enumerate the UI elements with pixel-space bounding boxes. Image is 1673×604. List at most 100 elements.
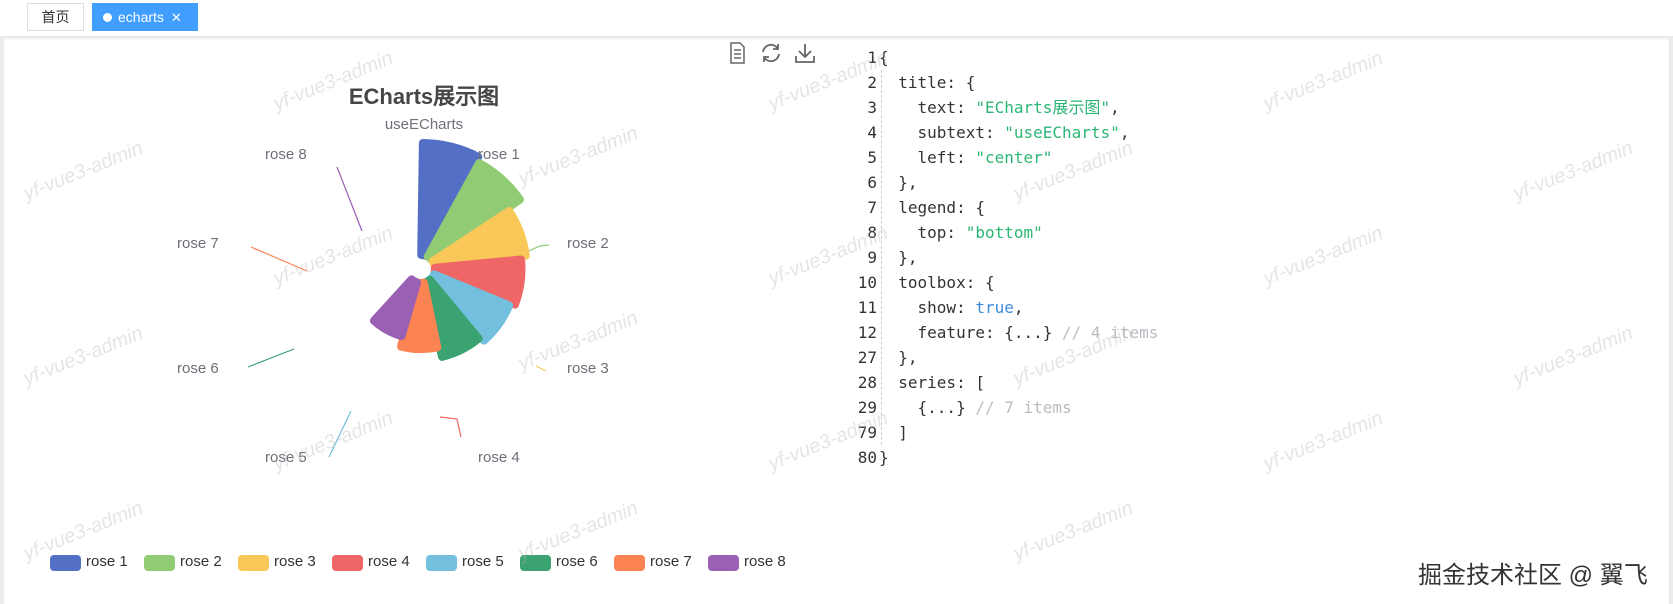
- legend-label: rose 1: [86, 553, 128, 570]
- json-code-viewer: 1{2 title: {3 text: "ECharts展示图", 4 subte…: [850, 45, 1370, 485]
- code-line: 6 },: [850, 170, 918, 195]
- line-number: 9: [867, 248, 877, 267]
- code-token: {: [879, 48, 889, 67]
- code-token: title: {: [898, 73, 976, 92]
- code-line: 12 feature: {...} // 4 items: [850, 320, 1159, 345]
- code-line: 2 title: {: [850, 70, 975, 95]
- frame-right-border: [1669, 37, 1673, 604]
- code-token: // 7 items: [975, 398, 1072, 417]
- code-token: show:: [917, 298, 976, 317]
- code-token: {...}: [917, 398, 976, 417]
- legend-swatch: [520, 555, 551, 571]
- code-line: 10 toolbox: {: [850, 270, 995, 295]
- chart-title: ECharts展示图: [348, 84, 500, 109]
- code-token: series: [: [898, 373, 985, 392]
- save-as-image-icon[interactable]: [793, 41, 817, 65]
- legend-label: rose 7: [650, 553, 692, 570]
- code-token: "center": [975, 148, 1053, 167]
- label-line-8: [336, 166, 363, 232]
- code-token: left:: [917, 148, 976, 167]
- line-number: 29: [857, 398, 877, 417]
- code-line: 80}: [850, 445, 889, 470]
- tab-echarts[interactable]: echarts ✕: [92, 3, 198, 31]
- line-number: 1: [867, 48, 877, 67]
- line-number: 28: [857, 373, 877, 392]
- code-token: },: [898, 248, 918, 267]
- legend-swatch: [332, 555, 363, 571]
- label-line-5: [328, 410, 352, 458]
- code-token: ,: [1119, 123, 1130, 142]
- code-line: 1{: [850, 45, 889, 70]
- slice-label-7: rose 7: [177, 235, 219, 252]
- code-token: "bottom": [965, 223, 1043, 242]
- code-token: "ECharts展示图": [975, 98, 1111, 117]
- restore-icon[interactable]: [759, 41, 783, 65]
- tab-home[interactable]: 首页: [27, 3, 84, 31]
- active-dot-icon: [103, 13, 112, 22]
- legend-swatch: [50, 555, 81, 571]
- legend-swatch: [238, 555, 269, 571]
- chart-subtitle: useECharts: [384, 116, 464, 133]
- code-token: ,: [1013, 298, 1024, 317]
- code-token: }: [879, 448, 889, 467]
- slice-label-3: rose 3: [567, 360, 609, 377]
- code-token: // 4 items: [1062, 323, 1159, 342]
- legend-label: rose 6: [556, 553, 598, 570]
- watermark-text: yf-vue3-admin: [1010, 497, 1137, 565]
- data-view-icon[interactable]: [725, 41, 749, 65]
- slice-label-4: rose 4: [478, 449, 520, 466]
- tab-home-label: 首页: [41, 9, 70, 25]
- line-number: 10: [857, 273, 877, 292]
- code-token: text:: [917, 98, 976, 117]
- code-token: },: [898, 348, 918, 367]
- code-line: 4 subtext: "useECharts",: [850, 120, 1129, 145]
- line-number: 79: [857, 423, 877, 442]
- code-line: 11 show: true,: [850, 295, 1024, 320]
- line-number: 12: [857, 323, 877, 342]
- slice-label-2: rose 2: [567, 235, 609, 252]
- code-token: },: [898, 173, 918, 192]
- watermark-text: yf-vue3-admin: [1510, 137, 1637, 205]
- legend-swatch: [614, 555, 645, 571]
- legend-label: rose 2: [180, 553, 222, 570]
- legend-label: rose 8: [744, 553, 786, 570]
- code-line: 27 },: [850, 345, 918, 370]
- code-line: 3 text: "ECharts展示图",: [850, 95, 1119, 120]
- label-line-7: [250, 246, 308, 272]
- code-line: 7 legend: {: [850, 195, 985, 220]
- slice-label-8: rose 8: [265, 146, 307, 163]
- attribution-text: 掘金技术社区 @ 翼飞: [1418, 562, 1648, 589]
- code-line: 8 top: "bottom": [850, 220, 1043, 245]
- legend-label: rose 3: [274, 553, 316, 570]
- label-line-4: [439, 416, 462, 438]
- code-token: feature: {...}: [917, 323, 1063, 342]
- code-token: toolbox: {: [898, 273, 995, 292]
- slice-label-1: rose 1: [478, 146, 520, 163]
- line-number: 7: [867, 198, 877, 217]
- code-token: subtext:: [917, 123, 1005, 142]
- legend-label: rose 4: [368, 553, 410, 570]
- legend-swatch: [426, 555, 457, 571]
- line-number: 2: [867, 73, 877, 92]
- indent-guide: [881, 70, 882, 445]
- chart-panel: ECharts展示图 useECharts rose 1 rose 2 rose 3…: [4, 41, 842, 604]
- line-number: 5: [867, 148, 877, 167]
- slice-label-5: rose 5: [265, 449, 307, 466]
- code-line: 9 },: [850, 245, 918, 270]
- tab-bar: 首页 echarts ✕: [0, 0, 1673, 37]
- label-line-6: [247, 348, 295, 368]
- legend-label: rose 5: [462, 553, 504, 570]
- legend-swatch: [144, 555, 175, 571]
- slice-label-6: rose 6: [177, 360, 219, 377]
- label-line-3: [535, 365, 547, 372]
- app-root: 首页 echarts ✕ ECharts展示图 useECharts rose 1…: [0, 0, 1673, 604]
- watermark-text: yf-vue3-admin: [1510, 322, 1637, 390]
- code-token: "useECharts": [1004, 123, 1120, 142]
- code-token: top:: [917, 223, 966, 242]
- code-token: ]: [898, 423, 908, 442]
- close-icon[interactable]: ✕: [171, 5, 182, 31]
- legend-swatch: [708, 555, 739, 571]
- code-line: 29 {...} // 7 items: [850, 395, 1072, 420]
- line-number: 11: [857, 298, 877, 317]
- code-line: 79 ]: [850, 420, 908, 445]
